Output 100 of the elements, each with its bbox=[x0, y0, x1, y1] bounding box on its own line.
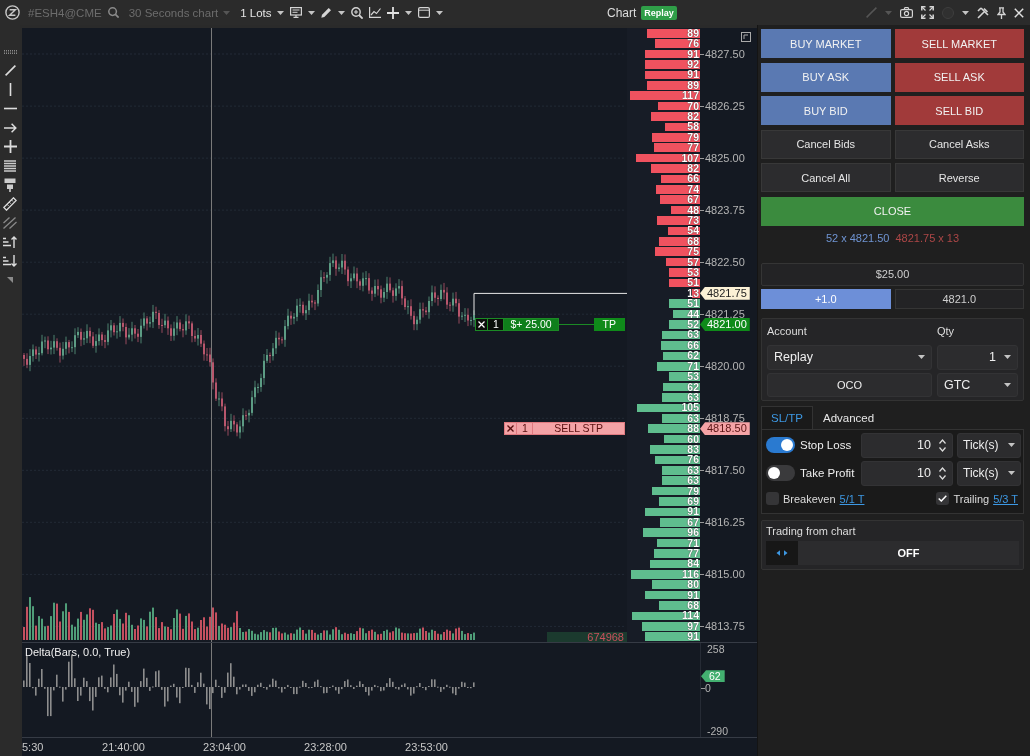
oco-button[interactable]: OCO bbox=[767, 372, 932, 397]
buy-button[interactable]: BUY BID bbox=[761, 96, 891, 125]
corner-triangle-icon[interactable] bbox=[7, 276, 13, 283]
volume-count: 91 bbox=[687, 590, 700, 600]
logo-icon[interactable] bbox=[5, 5, 20, 20]
quantity-dropdown[interactable]: 1 bbox=[937, 344, 1018, 370]
account-dropdown[interactable]: Replay bbox=[767, 344, 932, 370]
checkbox[interactable] bbox=[936, 492, 950, 505]
time-label: 23:53:00 bbox=[405, 741, 448, 753]
spinner-icon[interactable] bbox=[939, 466, 946, 480]
action-button[interactable]: Cancel Asks bbox=[894, 129, 1024, 159]
mode-badge: Replay bbox=[641, 5, 677, 20]
expand-icon[interactable] bbox=[741, 32, 751, 42]
volume-count: 66 bbox=[687, 340, 700, 350]
sell-button[interactable]: SELL ASK bbox=[894, 62, 1024, 92]
toggle-switch[interactable] bbox=[766, 437, 795, 453]
caret-icon bbox=[276, 10, 284, 15]
number-field[interactable]: 10 bbox=[861, 432, 953, 458]
caret-icon bbox=[223, 10, 231, 15]
zoom-in-icon[interactable] bbox=[350, 6, 363, 19]
stripes-icon[interactable] bbox=[4, 159, 16, 172]
volume-count: 73 bbox=[687, 216, 700, 225]
price-tag: 4821.75 bbox=[700, 286, 750, 300]
fullscreen-icon[interactable] bbox=[921, 6, 934, 19]
caret-icon[interactable] bbox=[337, 10, 345, 15]
order-label: $+ 25.00 bbox=[504, 318, 559, 332]
ask-quote: 4821.75 x 13 bbox=[895, 230, 960, 245]
volume-count: 67 bbox=[687, 517, 700, 527]
action-button[interactable]: Cancel Bids bbox=[761, 129, 891, 159]
buy-button[interactable]: BUY ASK bbox=[761, 62, 891, 92]
caret-icon bbox=[918, 355, 925, 359]
close-position-button[interactable]: CLOSE bbox=[761, 196, 1024, 226]
chart-trading-toggle[interactable]: OFF bbox=[798, 540, 1019, 565]
caret-icon[interactable] bbox=[435, 10, 443, 15]
volume-count: 63 bbox=[687, 330, 700, 340]
volume-count: 71 bbox=[687, 538, 700, 548]
close-icon[interactable] bbox=[1014, 7, 1024, 18]
unit-dropdown[interactable]: Tick(s) bbox=[957, 460, 1021, 486]
cancel-order-button[interactable] bbox=[504, 422, 518, 436]
unit-dropdown[interactable]: Tick(s) bbox=[957, 432, 1021, 458]
left-right-arrows-icon[interactable] bbox=[766, 540, 798, 565]
action-button[interactable]: Reverse bbox=[894, 163, 1024, 192]
volume-count: 91 bbox=[687, 632, 700, 642]
camera-icon[interactable] bbox=[900, 7, 913, 18]
volume-count: 74 bbox=[687, 184, 700, 194]
price-tag: 4818.50 bbox=[700, 422, 750, 436]
volume-count: 63 bbox=[687, 413, 700, 423]
pencil-icon[interactable] bbox=[320, 7, 332, 18]
settings-link[interactable]: 5/1 T bbox=[839, 492, 865, 505]
monitor-icon[interactable] bbox=[289, 7, 302, 18]
stacked-blocks-icon[interactable] bbox=[4, 177, 16, 192]
volume-count: 82 bbox=[687, 164, 700, 173]
volume-count: 82 bbox=[687, 111, 700, 121]
position-display: +1.0 bbox=[761, 288, 891, 309]
toggle-switch[interactable] bbox=[766, 465, 795, 481]
plus-icon[interactable] bbox=[386, 6, 399, 19]
ruler-icon[interactable] bbox=[3, 196, 17, 211]
sell-button[interactable]: SELL MARKET bbox=[894, 29, 1024, 58]
dotted-grip-icon[interactable] bbox=[3, 49, 17, 54]
time-in-force-dropdown[interactable]: GTC bbox=[937, 372, 1018, 397]
caret-icon bbox=[1008, 443, 1015, 447]
number-field[interactable]: 10 bbox=[861, 460, 953, 486]
sort-down-icon[interactable] bbox=[3, 254, 17, 267]
horizontal-line-icon[interactable] bbox=[3, 107, 17, 110]
parallel-lines-icon[interactable] bbox=[3, 216, 17, 229]
line-chart-icon[interactable] bbox=[368, 7, 381, 18]
tab[interactable]: SL/TP bbox=[761, 405, 813, 429]
cancel-order-button[interactable] bbox=[475, 318, 489, 332]
check-icon bbox=[938, 495, 948, 502]
sell-button[interactable]: SELL BID bbox=[894, 96, 1024, 125]
caret-icon[interactable] bbox=[307, 10, 315, 15]
order-tag: TP bbox=[593, 318, 625, 332]
arrow-right-icon[interactable] bbox=[3, 122, 17, 133]
settings-link[interactable]: 5/3 T bbox=[993, 492, 1018, 505]
time-label: 21:40:00 bbox=[102, 741, 145, 753]
price-label: 4821.25 bbox=[704, 308, 745, 320]
order-quantity: 1 bbox=[517, 422, 534, 436]
buy-button[interactable]: BUY MARKET bbox=[761, 29, 891, 58]
lots-dropdown[interactable]: 1 Lots bbox=[240, 6, 284, 19]
search-icon[interactable] bbox=[107, 7, 119, 18]
plus-icon[interactable] bbox=[3, 140, 17, 153]
vertical-line-icon[interactable] bbox=[8, 83, 12, 96]
spinner-icon[interactable] bbox=[939, 438, 946, 452]
checkbox[interactable] bbox=[766, 492, 779, 505]
volume-count: 69 bbox=[687, 497, 700, 506]
action-button[interactable]: Cancel All bbox=[761, 163, 891, 192]
tab[interactable]: Advanced bbox=[812, 405, 885, 429]
price-label: 4817.50 bbox=[704, 464, 745, 476]
time-label: 23:28:00 bbox=[304, 741, 347, 753]
volume-count: 51 bbox=[687, 278, 700, 288]
tools-icon[interactable] bbox=[977, 6, 989, 19]
window-icon[interactable] bbox=[417, 7, 430, 18]
volume-readout: 674968 bbox=[547, 631, 627, 642]
axis-label: 0 bbox=[705, 682, 711, 695]
caret-icon[interactable] bbox=[962, 10, 969, 15]
sort-up-icon[interactable] bbox=[3, 235, 17, 248]
diagonal-line-icon[interactable] bbox=[4, 65, 16, 76]
pin-icon[interactable] bbox=[997, 6, 1006, 19]
caret-icon[interactable] bbox=[404, 10, 412, 15]
volume-count: 83 bbox=[687, 444, 700, 454]
